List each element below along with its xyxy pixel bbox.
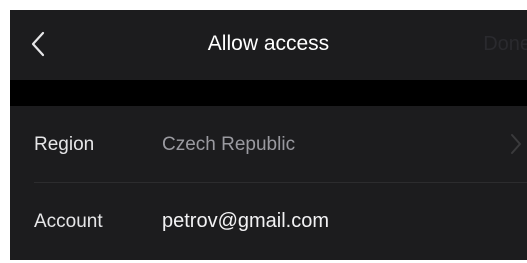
chevron-right-icon (511, 134, 521, 154)
region-row[interactable]: Region Czech Republic (10, 106, 527, 183)
account-value[interactable]: petrov@gmail.com (162, 183, 329, 260)
allow-access-screen: Allow access Done Region Czech Republic … (10, 10, 527, 260)
account-label: Account (34, 211, 103, 232)
navigation-bar: Allow access Done (10, 10, 527, 80)
done-button[interactable]: Done (483, 10, 527, 80)
account-row[interactable]: Account petrov@gmail.com (10, 183, 527, 260)
page-title: Allow access (207, 32, 330, 55)
settings-group: Region Czech Republic Account petrov@gma… (10, 106, 527, 260)
chevron-left-icon (31, 31, 45, 57)
region-label: Region (34, 134, 95, 155)
back-button[interactable] (24, 28, 52, 60)
section-spacer (10, 80, 527, 106)
region-value: Czech Republic (162, 134, 296, 155)
